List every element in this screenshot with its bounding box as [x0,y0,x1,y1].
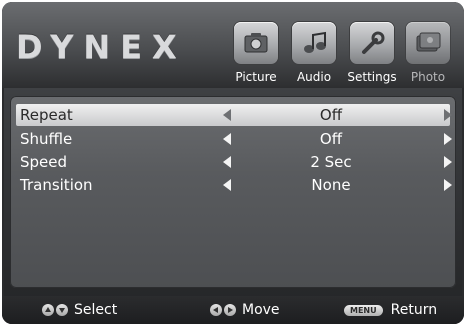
menu-row-transition[interactable]: Transition None [16,174,452,196]
menu-row-label: Speed [20,153,68,171]
return-hint: MENU Return [344,301,437,319]
tab-audio[interactable]: Audio [286,22,342,86]
up-button-icon [42,304,54,316]
tab-photo[interactable]: Photo [400,22,456,86]
audio-icon [292,22,336,64]
picture-icon [234,22,278,64]
left-arrow-icon[interactable] [223,179,231,191]
tab-label: Photo [410,70,446,84]
left-button-icon [210,304,222,316]
tab-picture[interactable]: Picture [228,22,284,86]
menu-header: DYNEX Picture Audio Settings Photo [2,2,464,88]
left-arrow-icon[interactable] [223,156,231,168]
menu-row-value: 2 Sec [310,153,352,171]
select-hint-label: Select [74,302,118,318]
menu-panel: Repeat Off Shuffle Off Speed 2 Sec Trans… [10,96,456,288]
tv-menu-frame: DYNEX Picture Audio Settings Photo Repea… [2,2,464,324]
dynex-logo: DYNEX [16,28,187,66]
footer-hints: Select Move MENU Return [2,296,464,324]
right-arrow-icon[interactable] [444,156,452,168]
right-arrow-icon[interactable] [444,133,452,145]
left-arrow-icon[interactable] [223,109,231,121]
menu-row-label: Repeat [20,106,73,124]
return-hint-label: Return [390,302,438,318]
down-button-icon [56,304,68,316]
menu-row-value: Off [319,106,343,124]
left-arrow-icon[interactable] [223,133,231,145]
move-hint: Move [210,301,280,319]
right-button-icon [224,304,236,316]
menu-row-value: None [311,176,351,194]
photo-icon [406,22,450,64]
menu-row-value: Off [319,130,343,148]
right-arrow-icon[interactable] [444,109,452,121]
menu-key-icon: MENU [344,304,383,316]
right-arrow-icon[interactable] [444,179,452,191]
menu-row-label: Transition [20,176,93,194]
menu-row-label: Shuffle [20,130,73,148]
menu-row-shuffle[interactable]: Shuffle Off [16,128,452,150]
menu-row-speed[interactable]: Speed 2 Sec [16,151,452,173]
menu-row-repeat[interactable]: Repeat Off [16,104,452,126]
tab-settings[interactable]: Settings [344,22,400,86]
settings-icon [350,22,394,64]
move-hint-label: Move [242,302,280,318]
select-hint: Select [42,301,117,319]
